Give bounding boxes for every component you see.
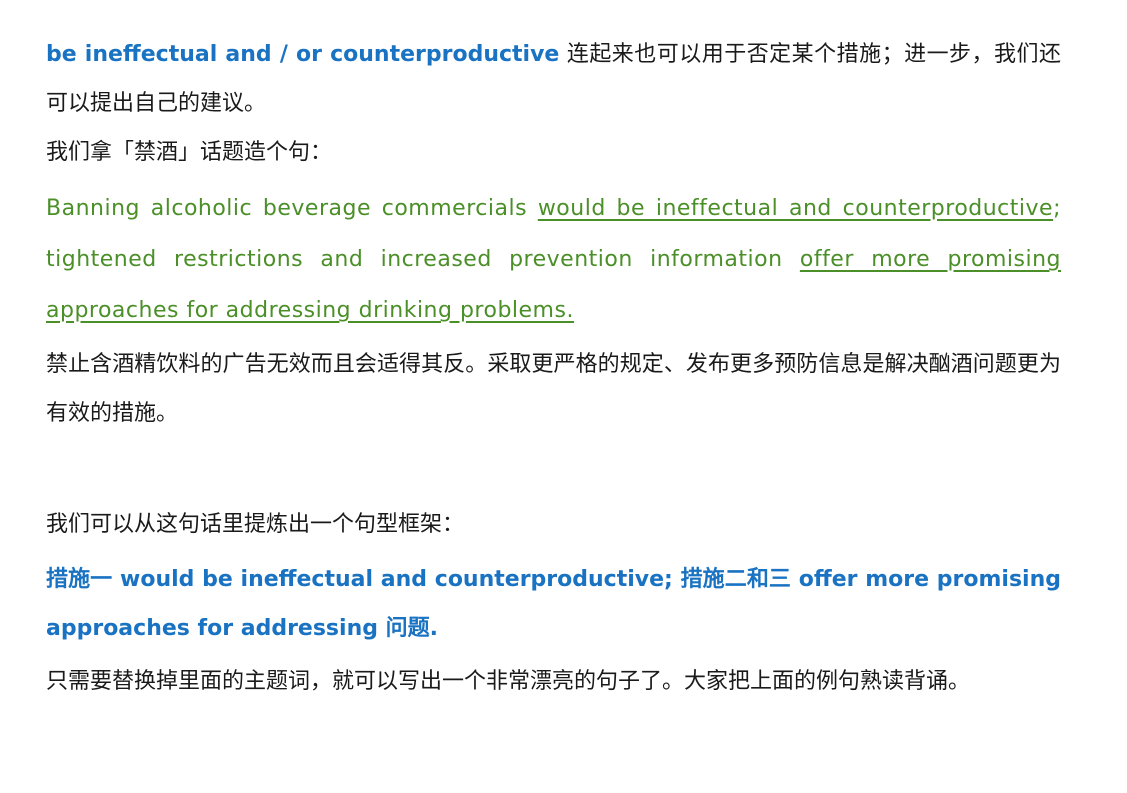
topic-line: 我们拿「禁酒」话题造个句： [46,140,333,165]
example-underlined-1: would be ineffectual and counterproducti… [537,196,1054,221]
example-part1: Banning alcoholic beverage commercials [46,196,538,221]
translation-paragraph: 禁止含酒精饮料的广告无效而且会适得其反。采取更严格的规定、发布更多预防信息是解决… [46,352,1061,426]
document-body: be ineffectual and / or counterproductiv… [46,30,1061,706]
key-phrase: be ineffectual and / or counterproductiv… [46,42,560,67]
frame-intro: 我们可以从这句话里提炼出一个句型框架： [46,512,465,537]
sentence-frame: 措施一 would be ineffectual and counterprod… [46,567,1061,641]
intro-paragraph: be ineffectual and / or counterproductiv… [46,30,1061,128]
example-sentence: Banning alcoholic beverage commercials w… [46,183,1061,336]
outro-paragraph: 只需要替换掉里面的主题词，就可以写出一个非常漂亮的句子了。大家把上面的例句熟读背… [46,669,971,694]
